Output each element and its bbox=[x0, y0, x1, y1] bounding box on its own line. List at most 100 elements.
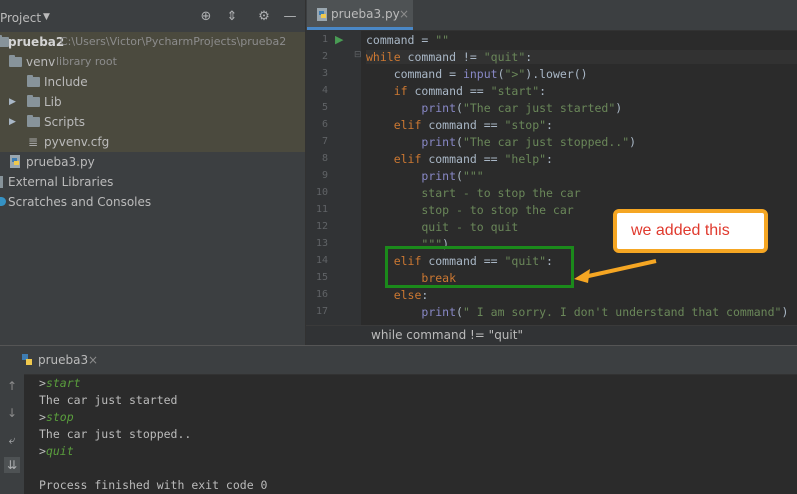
tree-item-scripts[interactable]: ▶ Scripts bbox=[0, 112, 305, 132]
line-number: 16 bbox=[315, 289, 328, 300]
tree-item-label: pyvenv.cfg bbox=[44, 135, 110, 149]
code-line-16: else: bbox=[393, 288, 429, 302]
line-number: 15 bbox=[315, 272, 328, 283]
tab-prueba3-py[interactable]: prueba3.py × bbox=[307, 0, 413, 30]
code-line-3: command = input(">").lower() bbox=[366, 67, 588, 81]
tree-item-label: prueba3.py bbox=[26, 155, 95, 169]
console-line: The car just started bbox=[39, 393, 178, 407]
scroll-to-end-icon[interactable]: ⇊ bbox=[4, 457, 20, 473]
console-line: Process finished with exit code 0 bbox=[39, 478, 268, 492]
console-line: >quit bbox=[39, 444, 74, 458]
project-title[interactable]: Project bbox=[0, 11, 41, 25]
run-panel: prueba3 × ↑ ↓ ⤶ ⇊ >start The car just st… bbox=[0, 345, 797, 494]
tree-item-pyvenv[interactable]: ≣ pyvenv.cfg bbox=[0, 132, 305, 152]
line-number: 17 bbox=[315, 306, 328, 317]
scratches-icon bbox=[0, 197, 6, 206]
code-line-5: print("The car just started") bbox=[421, 101, 623, 115]
code-line-8: elif command == "help": bbox=[393, 152, 553, 166]
collapse-all-icon[interactable]: ⇕ bbox=[224, 9, 240, 25]
tree-item-label: Scripts bbox=[44, 115, 86, 129]
editor-gutter: 1 2 3 4 5 6 7 8 9 10 11 12 13 14 15 16 1… bbox=[306, 30, 362, 325]
tree-item-label: venv bbox=[26, 55, 56, 69]
tree-item-label: Scratches and Consoles bbox=[8, 195, 152, 209]
line-number: 2 bbox=[321, 51, 328, 62]
line-number: 3 bbox=[321, 68, 328, 79]
tree-item-label: Lib bbox=[44, 95, 62, 109]
line-number: 10 bbox=[315, 187, 328, 198]
code-line-9: print(""" bbox=[421, 169, 484, 183]
arrow-down-icon[interactable]: ↓ bbox=[4, 405, 20, 421]
line-number: 1 bbox=[321, 34, 328, 45]
line-number: 5 bbox=[321, 102, 328, 113]
folder-icon bbox=[27, 95, 40, 107]
folder-icon bbox=[27, 115, 40, 127]
editor-tab-bar: prueba3.py × bbox=[306, 0, 797, 31]
line-number: 12 bbox=[315, 221, 328, 232]
code-line-7: print("The car just stopped..") bbox=[421, 135, 637, 149]
library-icon bbox=[0, 176, 3, 188]
python-run-icon bbox=[22, 354, 32, 365]
minimize-icon[interactable]: — bbox=[282, 9, 298, 25]
run-tab-label: prueba3 bbox=[38, 353, 89, 367]
breadcrumb[interactable]: while command != "quit" bbox=[306, 325, 797, 346]
annotation-callout: we added this bbox=[613, 209, 768, 253]
breadcrumb-label: while command != "quit" bbox=[371, 328, 523, 342]
code-line-6: elif command == "stop": bbox=[393, 118, 553, 132]
close-icon[interactable]: × bbox=[399, 0, 409, 28]
run-toolbar: ↑ ↓ ⤶ ⇊ bbox=[0, 374, 24, 494]
console-line: >start bbox=[39, 376, 81, 390]
line-number: 4 bbox=[321, 85, 328, 96]
tree-item-label: External Libraries bbox=[8, 175, 114, 189]
python-file-icon bbox=[317, 8, 327, 21]
tree-item-label: Include bbox=[44, 75, 88, 89]
tree-item-venv[interactable]: venv library root bbox=[0, 52, 305, 72]
project-header: Project ▼ ⊕ ⇕ ⚙ — bbox=[0, 0, 305, 36]
line-number: 11 bbox=[315, 204, 328, 215]
editor-area: prueba3.py × 1 2 3 4 5 6 7 8 9 10 11 12 … bbox=[305, 0, 797, 346]
line-number: 7 bbox=[321, 136, 328, 147]
tree-item-prueba2[interactable]: prueba2 C:\Users\Victor\PycharmProjects\… bbox=[0, 32, 305, 52]
code-line-10: start - to stop the car bbox=[366, 186, 581, 200]
chevron-right-icon[interactable]: ▶ bbox=[9, 112, 19, 132]
console-line: >stop bbox=[39, 410, 74, 424]
code-line-12: quit - to quit bbox=[366, 220, 519, 234]
tree-item-prueba3[interactable]: prueba3.py bbox=[0, 152, 305, 172]
callout-text: we added this bbox=[631, 222, 730, 239]
line-number: 9 bbox=[321, 170, 328, 181]
run-gutter-icon[interactable]: ▶ bbox=[335, 33, 343, 46]
highlight-box bbox=[385, 246, 574, 288]
tree-item-lib[interactable]: ▶ Lib bbox=[0, 92, 305, 112]
line-number: 8 bbox=[321, 153, 328, 164]
chevron-down-icon[interactable]: ▼ bbox=[43, 12, 50, 22]
folder-icon bbox=[27, 75, 40, 87]
line-number: 13 bbox=[315, 238, 328, 249]
code-line-17: print(" I am sorry. I don't understand t… bbox=[421, 305, 789, 319]
tree-item-external-libraries[interactable]: External Libraries bbox=[0, 172, 305, 192]
annotation-arrow bbox=[574, 259, 657, 283]
project-panel: Project ▼ ⊕ ⇕ ⚙ — prueba2 C:\Users\Victo… bbox=[0, 0, 305, 345]
tree-item-scratches[interactable]: Scratches and Consoles bbox=[0, 192, 305, 212]
config-file-icon: ≣ bbox=[28, 135, 39, 149]
close-icon[interactable]: × bbox=[88, 346, 98, 374]
soft-wrap-icon[interactable]: ⤶ bbox=[4, 432, 20, 448]
code-line-1: command = "" bbox=[366, 33, 450, 47]
tree-item-include[interactable]: Include bbox=[0, 72, 305, 92]
tree-item-note: library root bbox=[56, 55, 117, 68]
folder-icon bbox=[9, 55, 22, 67]
tree-item-label: prueba2 bbox=[8, 35, 65, 49]
console-line: The car just stopped.. bbox=[39, 427, 192, 441]
tab-run-prueba3[interactable]: prueba3 × bbox=[0, 346, 110, 374]
tree-item-path: C:\Users\Victor\PycharmProjects\prueba2 bbox=[60, 35, 287, 48]
tab-label: prueba3.py bbox=[331, 7, 400, 21]
arrow-up-icon[interactable]: ↑ bbox=[4, 378, 20, 394]
python-file-icon bbox=[10, 155, 20, 168]
line-number: 6 bbox=[321, 119, 328, 130]
fold-icon[interactable]: ⊟ bbox=[354, 50, 362, 60]
locate-icon[interactable]: ⊕ bbox=[198, 9, 214, 25]
gear-icon[interactable]: ⚙ bbox=[256, 9, 272, 25]
code-line-4: if command == "start": bbox=[393, 84, 547, 98]
line-number: 14 bbox=[315, 255, 328, 266]
code-line-2: while command != "quit": bbox=[366, 50, 797, 64]
chevron-right-icon[interactable]: ▶ bbox=[9, 92, 19, 112]
code-line-11: stop - to stop the car bbox=[366, 203, 574, 217]
